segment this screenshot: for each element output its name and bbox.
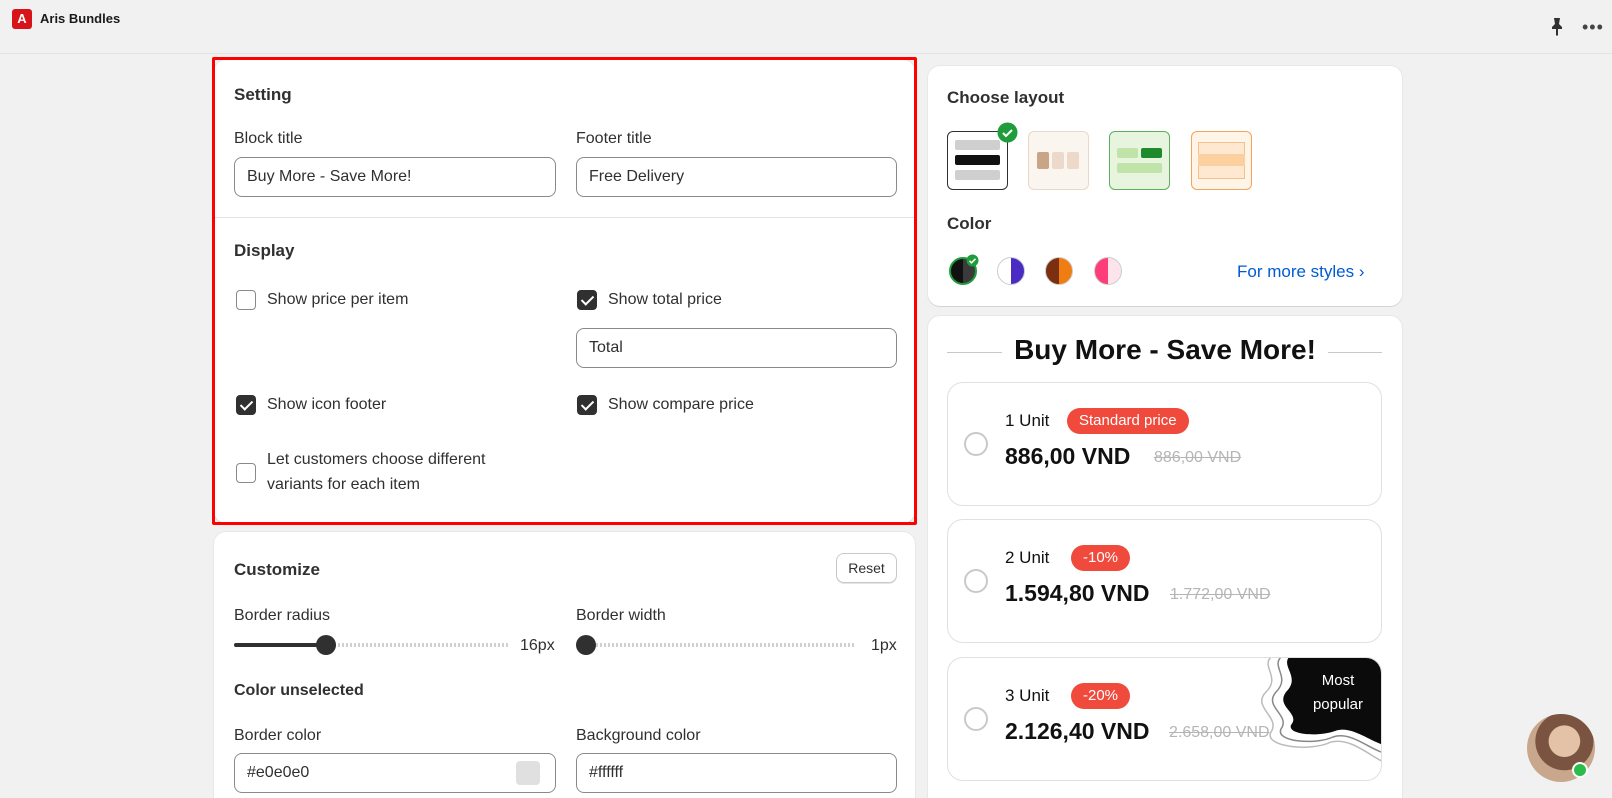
bundle-option-2-badge: -10% [1071, 545, 1131, 571]
bundle-option-1-radio[interactable] [964, 432, 988, 456]
more-options-icon[interactable]: ••• [1582, 17, 1604, 37]
border-color-swatch[interactable] [516, 761, 540, 785]
footer-title-input[interactable]: Free Delivery [576, 157, 897, 197]
choose-variants-label-line2: variants for each item [267, 476, 420, 493]
border-color-label: Border color [234, 727, 322, 744]
color-option-purple[interactable] [997, 257, 1025, 285]
border-radius-thumb[interactable] [316, 635, 336, 655]
layout-option-2[interactable] [1028, 131, 1089, 190]
bundle-option-3-compare-price: 2.658,00 VND [1169, 724, 1270, 741]
show-total-price-label: Show total price [608, 291, 722, 308]
bundle-option-3-badge: -20% [1071, 683, 1131, 709]
most-popular-line2: popular [1312, 696, 1364, 713]
setting-heading: Setting [234, 85, 292, 104]
border-width-track[interactable] [576, 643, 856, 647]
display-heading: Display [234, 241, 295, 260]
show-total-price-checkbox[interactable] [577, 290, 597, 310]
block-title-label: Block title [234, 130, 303, 147]
layout-selected-check-icon [997, 122, 1018, 143]
choose-variants-checkbox[interactable] [236, 463, 256, 483]
layout-option-3[interactable] [1109, 131, 1170, 190]
pin-icon[interactable] [1548, 17, 1566, 37]
online-status-dot [1572, 762, 1588, 778]
bundle-option-1-compare-price: 886,00 VND [1154, 449, 1242, 466]
show-price-per-item-checkbox[interactable] [236, 290, 256, 310]
bundle-option-2-unit: 2 Unit [1005, 548, 1050, 567]
color-option-pink[interactable] [1094, 257, 1122, 285]
most-popular-line1: Most [1321, 672, 1355, 689]
footer-title-label: Footer title [576, 130, 652, 147]
most-popular-label: Most popular [1298, 669, 1378, 717]
border-width-thumb[interactable] [576, 635, 596, 655]
background-color-input[interactable]: #ffffff [576, 753, 897, 793]
border-color-input[interactable]: #e0e0e0 [234, 753, 556, 793]
bundle-option-1-unit: 1 Unit [1005, 411, 1050, 430]
color-unselected-heading: Color unselected [234, 682, 364, 699]
show-icon-footer-checkbox[interactable] [236, 395, 256, 415]
more-styles-link[interactable]: For more styles › [1237, 262, 1365, 282]
show-compare-price-checkbox[interactable] [577, 395, 597, 415]
color-selected-check-icon [966, 254, 979, 267]
app-header: A Aris Bundles ••• [0, 0, 1612, 54]
reset-button[interactable]: Reset [836, 553, 897, 583]
border-width-label: Border width [576, 607, 666, 624]
layout-option-4[interactable] [1191, 131, 1252, 190]
show-price-per-item-label: Show price per item [267, 291, 409, 308]
choose-variants-label-line1: Let customers choose different [267, 451, 486, 468]
background-color-label: Background color [576, 727, 701, 744]
bundle-option-1-badge: Standard price [1067, 408, 1189, 434]
total-label-input[interactable]: Total [576, 328, 897, 368]
border-radius-value: 16px [520, 637, 555, 654]
show-icon-footer-label: Show icon footer [267, 396, 387, 413]
chevron-right-icon: › [1358, 262, 1365, 281]
preview-title: Buy More - Save More! [1014, 334, 1316, 365]
app-logo: A [12, 9, 32, 29]
app-title: Aris Bundles [40, 11, 121, 26]
border-radius-label: Border radius [234, 607, 331, 624]
border-width-value: 1px [871, 637, 897, 654]
block-title-input[interactable]: Buy More - Save More! [234, 157, 556, 197]
border-radius-fill [234, 643, 326, 647]
bundle-option-3-radio[interactable] [964, 707, 988, 731]
background-color-swatch[interactable] [857, 761, 881, 785]
choose-layout-heading: Choose layout [947, 88, 1065, 107]
bundle-option-1-price: 886,00 VND [1005, 443, 1131, 469]
bundle-option-3-price: 2.126,40 VND [1005, 718, 1150, 744]
bundle-option-2-price: 1.594,80 VND [1005, 580, 1150, 606]
customize-heading: Customize [234, 560, 320, 579]
bundle-option-2-radio[interactable] [964, 569, 988, 593]
bundle-option-3-unit: 3 Unit [1005, 686, 1050, 705]
section-divider [214, 217, 915, 218]
show-compare-price-label: Show compare price [608, 396, 754, 413]
more-styles-label: For more styles [1237, 262, 1355, 281]
color-heading: Color [947, 214, 992, 233]
color-option-orange[interactable] [1045, 257, 1073, 285]
bundle-option-2-compare-price: 1.772,00 VND [1170, 586, 1271, 603]
